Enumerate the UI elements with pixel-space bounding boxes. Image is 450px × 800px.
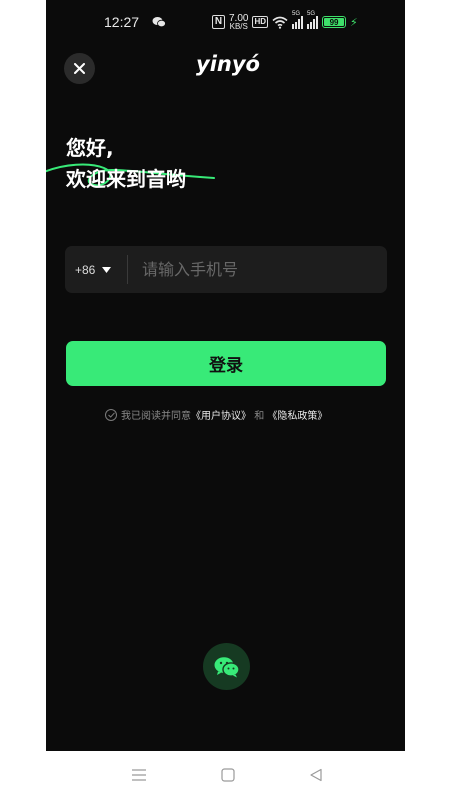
phone-screen: 12:27 N 7.00 KB/S HD 5G 5G 99 ⚡ yinyó 您好… (46, 0, 405, 751)
network-speed: 7.00 KB/S (229, 12, 249, 31)
phone-input[interactable] (128, 246, 387, 293)
nfc-icon: N (212, 15, 225, 29)
wechat-notification-icon (152, 17, 166, 28)
recent-apps-button[interactable] (129, 765, 149, 785)
charging-bolt-icon: ⚡ (350, 15, 358, 29)
app-logo: yinyó (196, 52, 260, 76)
close-button[interactable] (64, 53, 95, 84)
caret-down-icon (102, 266, 112, 273)
signal-sim1-icon: 5G (292, 11, 304, 29)
status-time: 12:27 (104, 14, 140, 30)
user-agreement-link[interactable]: 《用户协议》 (191, 411, 251, 422)
status-bar: 12:27 N 7.00 KB/S HD 5G 5G 99 ⚡ (46, 0, 405, 44)
privacy-policy-link[interactable]: 《隐私政策》 (267, 411, 327, 422)
system-nav-bar (0, 751, 450, 800)
country-code-selector[interactable]: +86 (65, 246, 127, 293)
hd-badge: HD (252, 16, 269, 28)
greeting-line-2: 欢迎来到音哟 (66, 167, 186, 191)
wifi-icon (272, 16, 288, 29)
signal-sim2-icon: 5G (307, 11, 319, 29)
check-icon (107, 411, 115, 418)
welcome-heading: 您好, 欢迎来到音哟 (66, 133, 186, 195)
agreement-row: 我已阅读并同意《用户协议》 和 《隐私政策》 (105, 407, 327, 422)
back-icon (310, 768, 322, 782)
wechat-login-button[interactable] (203, 643, 250, 690)
status-icons: N 7.00 KB/S HD 5G 5G 99 ⚡ (212, 11, 358, 32)
close-icon (74, 63, 85, 74)
home-icon (221, 768, 235, 782)
back-button[interactable] (306, 765, 326, 785)
wechat-icon (214, 656, 240, 677)
menu-icon (132, 769, 146, 781)
country-code: +86 (75, 262, 96, 277)
home-button[interactable] (218, 765, 238, 785)
agreement-text: 我已阅读并同意《用户协议》 和 《隐私政策》 (121, 411, 328, 422)
login-button[interactable]: 登录 (66, 341, 386, 386)
greeting-line-1: 您好, (66, 136, 114, 160)
phone-field: +86 (65, 246, 387, 293)
agreement-checkbox[interactable] (105, 408, 117, 421)
battery-icon: 99 (322, 16, 347, 28)
